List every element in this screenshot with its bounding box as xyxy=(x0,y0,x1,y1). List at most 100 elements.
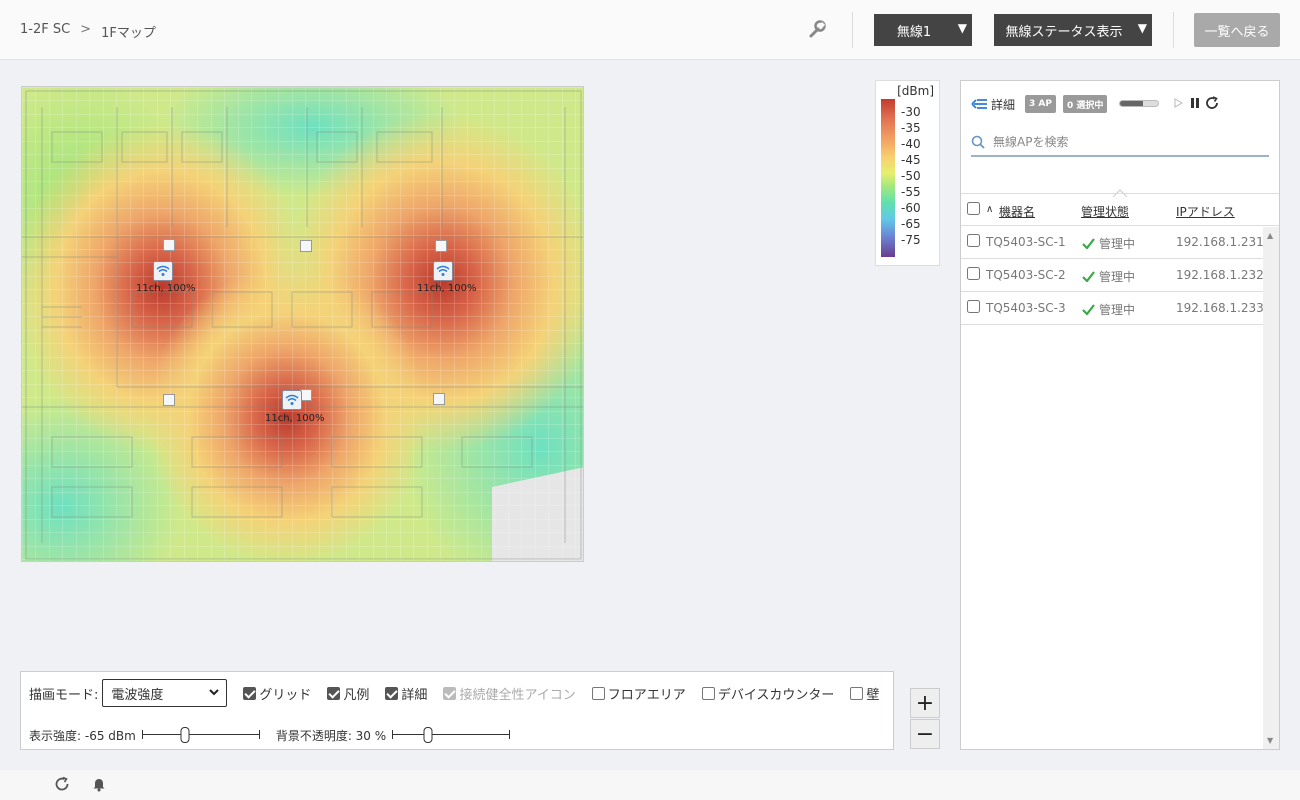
row-checkbox[interactable] xyxy=(967,300,980,313)
legend-checkbox-label: 凡例 xyxy=(343,687,370,703)
zoom-in-button[interactable]: + xyxy=(910,688,940,718)
back-to-list-button[interactable]: 一覧へ戻る xyxy=(1194,13,1280,47)
floor-heatmap[interactable]: 11ch, 100% 11ch, 100% 11ch, 100% xyxy=(21,86,584,562)
row-device-name[interactable]: TQ5403-SC-3 xyxy=(986,301,1066,315)
slider-end xyxy=(141,730,143,739)
column-header-status[interactable]: 管理状態 xyxy=(1081,203,1129,220)
map-controls: 描画モード: 電波強度 グリッド 凡例 詳細 接続健全性アイコン フロアエリア … xyxy=(20,671,894,750)
check-icon xyxy=(1082,271,1095,282)
wrench-icon[interactable] xyxy=(806,18,828,40)
floor-area-checkbox-label: フロアエリア xyxy=(607,687,686,703)
strength-slider[interactable] xyxy=(141,727,260,743)
wall-checkbox-label: 壁 xyxy=(866,687,880,703)
wireless-select-label: 無線1 xyxy=(896,24,932,40)
slider-end xyxy=(258,730,260,739)
checkbox-box xyxy=(327,686,341,700)
legend-tick: -75 xyxy=(901,233,921,247)
detail-label: 詳細 xyxy=(991,97,1016,112)
legend-checkbox[interactable]: 凡例 xyxy=(327,684,369,703)
selected-count-badge: 0 選択中 xyxy=(1063,95,1108,113)
floor-area-checkbox[interactable]: フロアエリア xyxy=(591,684,686,703)
play-icon[interactable] xyxy=(1170,95,1186,111)
draw-mode-select[interactable]: 電波強度 xyxy=(102,679,228,707)
bell-icon[interactable] xyxy=(91,776,107,792)
draw-mode-label: 描画モード: xyxy=(29,687,99,703)
detail-checkbox[interactable]: 詳細 xyxy=(385,684,427,703)
access-point-label: 11ch, 100% xyxy=(417,283,477,294)
header-divider xyxy=(1173,12,1174,48)
collapse-panel-icon xyxy=(971,99,987,109)
status-display-select-button[interactable]: 無線ステータス表示 ▼ xyxy=(994,14,1152,46)
caret-down-icon: ▼ xyxy=(1137,21,1147,35)
legend-tick: -35 xyxy=(901,121,921,135)
row-status: 管理中 xyxy=(1082,301,1135,318)
row-ip: 192.168.1.233 xyxy=(1176,301,1264,315)
device-counter-checkbox-label: デバイスカウンター xyxy=(717,687,835,703)
check-icon xyxy=(1082,238,1095,249)
ap-table-header: ∧ 機器名 管理状態 IPアドレス xyxy=(961,193,1279,226)
grid-checkbox[interactable]: グリッド xyxy=(243,684,311,703)
row-checkbox[interactable] xyxy=(967,267,980,280)
legend-color-bar xyxy=(881,99,895,257)
opacity-slider[interactable] xyxy=(392,727,511,743)
access-point-label: 11ch, 100% xyxy=(136,283,196,294)
health-icon-checkbox-label: 接続健全性アイコン xyxy=(459,687,576,703)
legend-tick: -50 xyxy=(901,169,921,183)
scroll-up-icon[interactable]: ▲ xyxy=(1267,231,1273,240)
checkbox-box xyxy=(443,686,457,700)
wireless-select-button[interactable]: 無線1 ▼ xyxy=(874,14,972,46)
footer-bar xyxy=(0,770,1300,800)
column-header-name[interactable]: 機器名 xyxy=(999,203,1035,220)
pillar xyxy=(300,240,312,252)
legend-tick: -45 xyxy=(901,153,921,167)
row-device-name[interactable]: TQ5403-SC-2 xyxy=(986,268,1066,282)
ap-detail-panel: 詳細 3 AP 0 選択中 ∧ 機器名 管理状態 IPアドレス TQ5403-S… xyxy=(960,80,1280,750)
access-point-label: 11ch, 100% xyxy=(265,413,325,424)
table-row[interactable]: TQ5403-SC-2 管理中 192.168.1.232 xyxy=(961,259,1264,292)
pause-icon[interactable] xyxy=(1187,95,1203,111)
scroll-down-icon[interactable]: ▼ xyxy=(1267,736,1273,745)
legend-tick: -60 xyxy=(901,201,921,215)
breadcrumb: 1-2F SC > 1Fマップ xyxy=(20,22,156,41)
row-status-text: 管理中 xyxy=(1099,270,1136,284)
progress-fill xyxy=(1120,101,1143,106)
legend-tick: -30 xyxy=(901,105,921,119)
table-row[interactable]: TQ5403-SC-3 管理中 192.168.1.233 xyxy=(961,292,1264,325)
floor-grid xyxy=(22,87,583,561)
detail-checkbox-label: 詳細 xyxy=(401,687,428,703)
strength-slider-thumb[interactable] xyxy=(180,727,190,743)
ap-search-box[interactable] xyxy=(971,129,1269,157)
sort-asc-icon[interactable]: ∧ xyxy=(986,204,993,215)
pillar xyxy=(433,393,445,405)
breadcrumb-item-map: 1Fマップ xyxy=(101,26,156,41)
row-device-name[interactable]: TQ5403-SC-1 xyxy=(986,235,1066,249)
opacity-label: 背景不透明度: 30 % xyxy=(275,728,387,743)
table-scrollbar[interactable]: ▲ ▼ xyxy=(1263,227,1279,749)
display-options: 描画モード: 電波強度 グリッド 凡例 詳細 接続健全性アイコン フロアエリア … xyxy=(29,679,879,707)
reload-icon[interactable] xyxy=(54,776,70,792)
access-point-marker[interactable] xyxy=(153,261,173,281)
column-header-ip[interactable]: IPアドレス xyxy=(1176,203,1235,220)
header-bar: 1-2F SC > 1Fマップ 無線1 ▼ 無線ステータス表示 ▼ 一覧へ戻る xyxy=(0,0,1300,60)
row-status-text: 管理中 xyxy=(1099,303,1136,317)
ap-search-input[interactable] xyxy=(993,135,1253,149)
legend-tick: -55 xyxy=(901,185,921,199)
detail-toggle[interactable]: 詳細 xyxy=(971,94,1015,114)
access-point-marker[interactable] xyxy=(433,261,453,281)
access-point-marker[interactable] xyxy=(282,390,302,410)
zoom-out-button[interactable]: − xyxy=(910,719,940,749)
chevron-down-icon xyxy=(209,689,220,696)
breadcrumb-item-site[interactable]: 1-2F SC xyxy=(20,22,70,41)
refresh-icon[interactable] xyxy=(1204,95,1220,111)
select-all-checkbox[interactable] xyxy=(967,202,980,215)
breadcrumb-separator: > xyxy=(80,22,92,37)
slider-options: 表示強度: -65 dBm 背景不透明度: 30 % xyxy=(29,725,511,745)
table-row[interactable]: TQ5403-SC-1 管理中 192.168.1.231 xyxy=(961,226,1264,259)
wifi-icon xyxy=(156,265,170,276)
device-counter-checkbox[interactable]: デバイスカウンター xyxy=(701,684,835,703)
wall-checkbox[interactable]: 壁 xyxy=(850,684,879,703)
row-status: 管理中 xyxy=(1082,268,1135,285)
opacity-slider-thumb[interactable] xyxy=(423,727,433,743)
strength-label: 表示強度: -65 dBm xyxy=(29,728,136,743)
row-checkbox[interactable] xyxy=(967,234,980,247)
